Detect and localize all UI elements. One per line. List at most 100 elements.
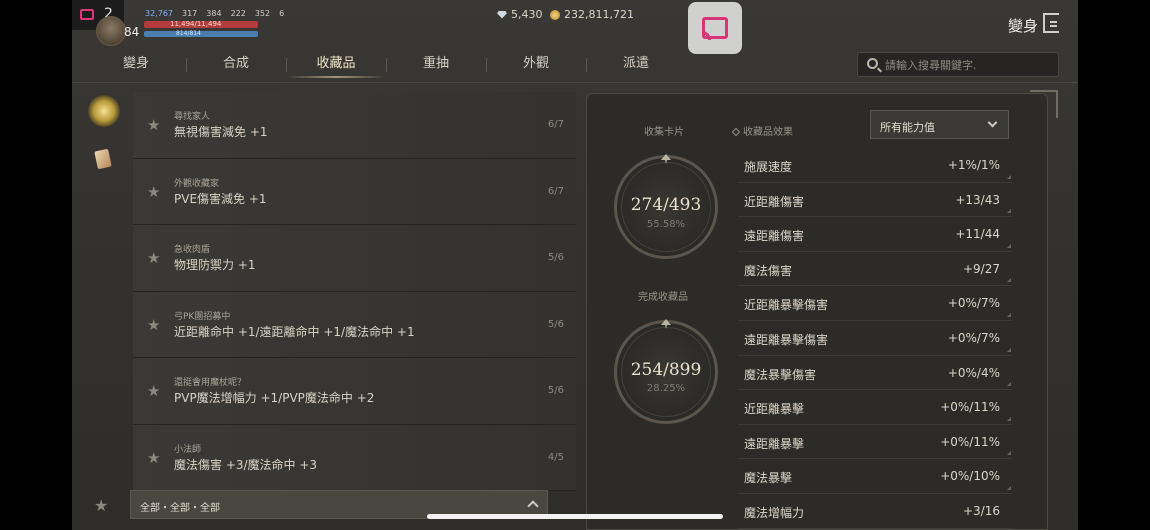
effects-list: 施展速度 +1%/1% 近距離傷害 +13/43 遠距離傷害 +11/44 魔法傷害 +…	[738, 148, 1012, 529]
cards-value: 274/493	[630, 195, 702, 215]
corner-mark	[1007, 278, 1011, 283]
effect-row: 近距離暴擊 +0%/11%	[738, 390, 1012, 425]
corner-mark	[1007, 485, 1011, 490]
effect-name: 近距離傷害	[744, 194, 805, 209]
effect-value: +0%/10%	[940, 469, 1000, 484]
list-item[interactable]: ★ 小法師 魔法傷害 +3/魔法命中 +3 4/5	[133, 424, 576, 491]
effect-row: 近距離傷害 +13/43	[738, 183, 1012, 218]
exit-icon[interactable]	[1043, 13, 1059, 33]
chevron-up-icon	[527, 500, 539, 512]
panel-corner-ornament	[1030, 90, 1058, 118]
effect-row: 遠距離暴擊傷害 +0%/7%	[738, 321, 1012, 356]
search-icon	[867, 58, 878, 69]
search-input[interactable]	[885, 56, 1053, 74]
effect-value: +11/44	[955, 227, 1000, 242]
corner-mark	[1007, 243, 1011, 248]
filter-label: 全部・全部・全部	[140, 503, 220, 514]
list-item[interactable]: ★ 急收肉盾 物理防禦力 +1 5/6	[133, 225, 576, 292]
effect-name: 魔法增幅力	[744, 505, 805, 520]
effect-value: +0%/11%	[940, 400, 1000, 415]
effect-name: 近距離暴擊傷害	[744, 298, 829, 313]
corner-mark	[1007, 416, 1011, 421]
star-icon[interactable]: ★	[147, 316, 160, 334]
effect-name: 施展速度	[744, 160, 793, 174]
home-indicator[interactable]	[427, 514, 723, 519]
search-box[interactable]	[857, 52, 1059, 77]
complete-value: 254/899	[630, 360, 702, 380]
star-icon[interactable]: ★	[147, 249, 160, 267]
dropdown-label: 所有能力值	[880, 121, 935, 134]
tab-dispatch[interactable]: 派遣	[586, 52, 686, 76]
diamond-bullet-icon	[731, 127, 741, 137]
collection-effect: 近距離命中 +1/遠距離命中 +1/魔法命中 +1	[174, 324, 415, 339]
collection-effect: 物理防禦力 +1	[174, 258, 256, 272]
effect-name: 遠距離暴擊	[744, 436, 805, 451]
cast-icon	[80, 9, 94, 20]
corner-mark	[1007, 174, 1011, 179]
diamond-amount: 5,430	[511, 8, 543, 21]
corner-mark	[1007, 347, 1011, 352]
effect-value: +0%/7%	[947, 296, 1000, 311]
gold-amount: 232,811,721	[564, 8, 634, 21]
stat-value: 384	[206, 9, 222, 18]
collection-title: 外觀收藏家	[174, 178, 220, 189]
effect-row: 魔法增幅力 +3/16	[738, 494, 1012, 529]
effect-value: +3/16	[962, 503, 1000, 518]
gold-currency: 232,811,721	[550, 8, 634, 21]
collection-list: ★ 尋找家人 無視傷害減免 +1 6/7 ★ 外觀收藏家 PVE傷害減免 +1 …	[133, 92, 576, 491]
collection-progress: 6/7	[547, 119, 564, 130]
cards-percent: 55.58%	[646, 219, 686, 230]
effect-name: 遠距離傷害	[744, 229, 805, 244]
effect-row: 遠距離傷害 +11/44	[738, 217, 1012, 252]
complete-percent: 28.25%	[646, 383, 686, 394]
collection-effect: 無視傷害減免 +1	[174, 125, 268, 139]
collection-title: 尋找家人	[174, 112, 211, 122]
diamond-icon	[497, 10, 507, 19]
chevron-down-icon	[987, 117, 998, 128]
collection-effect: PVE傷害減免 +1	[174, 191, 267, 206]
tab-appearance[interactable]: 外觀	[486, 52, 586, 76]
screen-mirror-button[interactable]	[688, 2, 742, 54]
list-item[interactable]: ★ 尋找家人 無視傷害減免 +1 6/7	[133, 92, 576, 159]
tab-transform[interactable]: 變身	[86, 52, 186, 76]
star-icon[interactable]: ★	[147, 382, 160, 400]
corner-mark	[1007, 209, 1011, 214]
collection-progress: 5/6	[547, 252, 564, 263]
list-item[interactable]: ★ 弓PK團招募中 近距離命中 +1/遠距離命中 +1/魔法命中 +1 5/6	[133, 291, 576, 358]
effect-row: 魔法傷害 +9/27	[738, 252, 1012, 287]
list-item[interactable]: ★ 還挺會用魔杖呢？ PVP魔法增幅力 +1/PVP魔法命中 +2 5/6	[133, 358, 576, 425]
header-divider	[72, 82, 1078, 83]
coin-icon	[550, 9, 560, 20]
effect-row: 魔法暴擊傷害 +0%/4%	[738, 356, 1012, 391]
effect-value: +13/43	[955, 192, 1000, 207]
tab-collection[interactable]: 收藏品	[286, 52, 386, 76]
player-stats: 32,767 317 384 222 352 6	[145, 9, 284, 18]
mp-text: 814/814	[176, 30, 201, 37]
tab-reroll[interactable]: 重抽	[386, 52, 486, 76]
collection-progress: 5/6	[547, 385, 564, 396]
page-title: 變身	[1008, 17, 1039, 35]
stat-value: 32,767	[145, 9, 173, 18]
effect-value: +1%/1%	[947, 158, 1000, 172]
star-icon[interactable]: ★	[147, 449, 160, 467]
effect-row: 近距離暴擊傷害 +0%/7%	[738, 286, 1012, 321]
tab-bar: 變身 合成 收藏品 重抽 外觀 派遣	[86, 52, 786, 76]
collection-progress: 6/7	[547, 185, 564, 197]
collection-progress: 4/5	[547, 451, 564, 463]
effects-label: 收藏品效果	[743, 127, 793, 138]
corner-mark	[1007, 451, 1011, 456]
avatar[interactable]	[96, 16, 126, 46]
effect-name: 近距離暴擊	[744, 402, 805, 417]
star-icon[interactable]: ★	[147, 183, 160, 201]
star-icon[interactable]: ★	[147, 116, 160, 134]
effects-label-wrap: 收藏品效果	[731, 123, 793, 138]
effect-value: +9/27	[962, 261, 1000, 276]
favorites-star-icon[interactable]: ★	[94, 496, 108, 515]
effect-name: 魔法暴擊傷害	[744, 367, 817, 382]
collection-title: 還挺會用魔杖呢？	[174, 378, 247, 388]
tab-synthesis[interactable]: 合成	[186, 52, 286, 76]
collection-book-icon[interactable]	[88, 95, 120, 127]
cards-label: 收集卡片	[644, 127, 684, 138]
list-item[interactable]: ★ 外觀收藏家 PVE傷害減免 +1 6/7	[133, 158, 576, 225]
stat-filter-dropdown[interactable]: 所有能力值	[870, 110, 1009, 139]
